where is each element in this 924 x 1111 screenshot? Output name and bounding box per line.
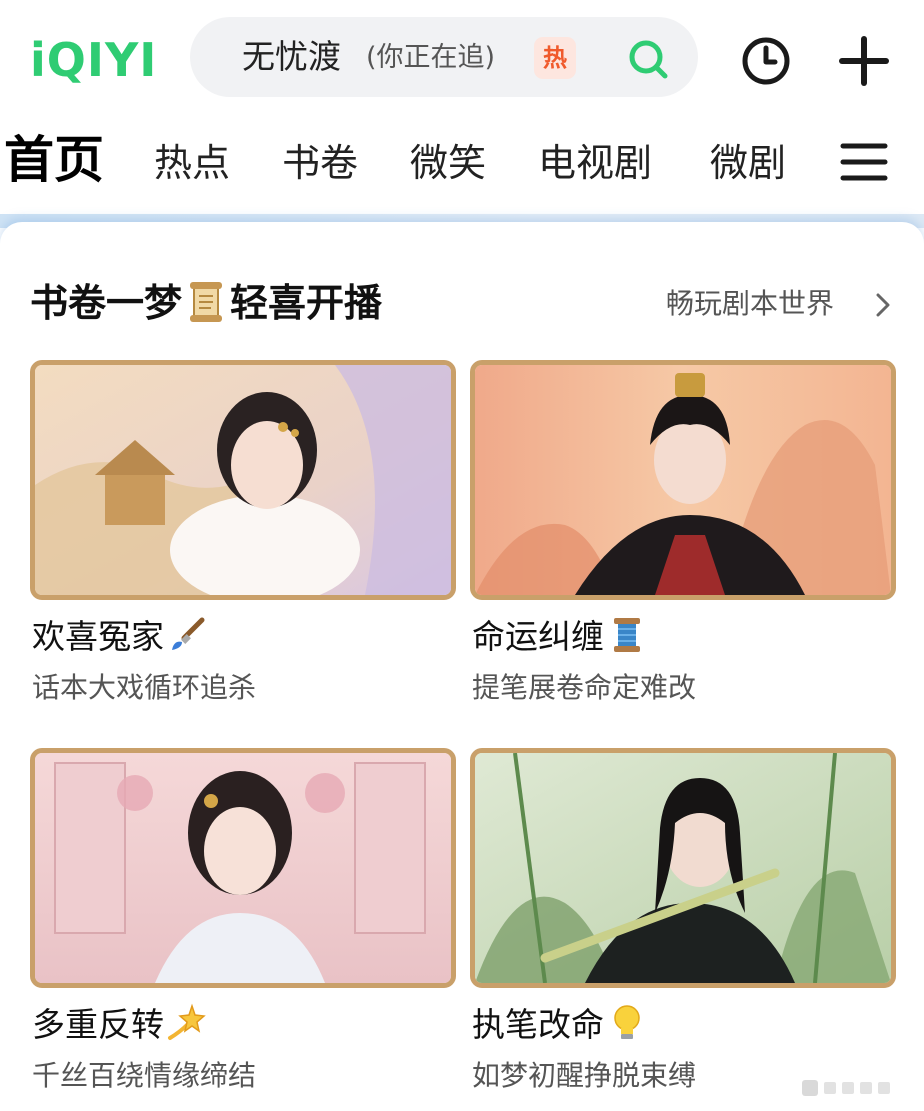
- drama-poster-2[interactable]: [470, 360, 896, 600]
- drama-card-2[interactable]: 命运纠缠 提笔展卷命定难改: [470, 360, 896, 704]
- tab-hot[interactable]: 热点: [154, 138, 230, 188]
- tab-home[interactable]: 首页: [4, 130, 104, 190]
- drama-title-text-2: 命运纠缠: [472, 617, 604, 656]
- drama-title-1: 欢喜冤家: [32, 614, 208, 660]
- chevron-right-icon[interactable]: [874, 292, 892, 318]
- scroll-icon: [190, 282, 223, 322]
- dizzy-star-icon: [168, 1003, 206, 1040]
- drama-card-3[interactable]: 多重反转 千丝百绕情缘缔结: [30, 748, 456, 1092]
- poster-image: [475, 365, 891, 595]
- tab-smile[interactable]: 微笑: [410, 138, 486, 188]
- search-bar[interactable]: 无忧渡 (你正在追) 热: [190, 17, 698, 97]
- drama-subtitle-3: 千丝百绕情缘缔结: [32, 1059, 257, 1092]
- drama-subtitle-2: 提笔展卷命定难改: [472, 671, 697, 704]
- light-bulb-icon: [614, 1005, 640, 1039]
- drama-subtitle-4: 如梦初醒挣脱束缚: [472, 1059, 697, 1092]
- section-title: 书卷一梦 轻喜开播: [30, 277, 382, 329]
- drama-title-4: 执笔改命: [472, 1002, 648, 1048]
- drama-poster-1[interactable]: [30, 360, 456, 600]
- poster-image: [475, 753, 891, 983]
- search-query: 无忧渡: [242, 37, 341, 76]
- drama-poster-3[interactable]: [30, 748, 456, 988]
- tab-micro-drama[interactable]: 微剧: [710, 138, 786, 188]
- drama-title-text-3: 多重反转: [32, 1005, 164, 1044]
- thread-spool-icon: [614, 618, 640, 652]
- drama-title-text-1: 欢喜冤家: [32, 617, 164, 656]
- history-clock-icon[interactable]: [740, 35, 792, 87]
- section-more-link[interactable]: 畅玩剧本世界: [666, 284, 834, 324]
- plus-icon[interactable]: [838, 35, 890, 87]
- top-bar: iQIYI 无忧渡 (你正在追) 热: [0, 0, 924, 118]
- hot-badge: 热: [534, 37, 576, 79]
- menu-icon[interactable]: [840, 140, 888, 184]
- drama-poster-4[interactable]: [470, 748, 896, 988]
- poster-image: [35, 753, 451, 983]
- search-hint: (你正在追): [366, 42, 496, 73]
- poster-image: [35, 365, 451, 595]
- drama-card-4[interactable]: 执笔改命 如梦初醒挣脱束缚: [470, 748, 896, 1092]
- app-screen: iQIYI 无忧渡 (你正在追) 热 首页 热点 书卷 微笑 电视剧 微剧 书卷…: [0, 0, 924, 1111]
- tab-tv-series[interactable]: 电视剧: [538, 138, 652, 188]
- drama-title-2: 命运纠缠: [472, 614, 648, 660]
- tab-scroll[interactable]: 书卷: [282, 138, 358, 188]
- watermark-icon: [802, 1080, 890, 1096]
- channel-tabs: 首页 热点 书卷 微笑 电视剧 微剧: [0, 118, 924, 218]
- drama-title-text-4: 执笔改命: [472, 1005, 604, 1044]
- drama-subtitle-1: 话本大戏循环追杀: [32, 671, 257, 704]
- paintbrush-icon: [172, 617, 205, 650]
- section-title-part-a: 书卷一梦: [30, 281, 183, 325]
- drama-title-3: 多重反转: [32, 1002, 208, 1048]
- search-icon[interactable]: [626, 37, 670, 81]
- drama-card-1[interactable]: 欢喜冤家 话本大戏循环追杀: [30, 360, 456, 704]
- section-title-part-b: 轻喜开播: [230, 281, 383, 325]
- iqiyi-logo[interactable]: iQIYI: [30, 34, 157, 86]
